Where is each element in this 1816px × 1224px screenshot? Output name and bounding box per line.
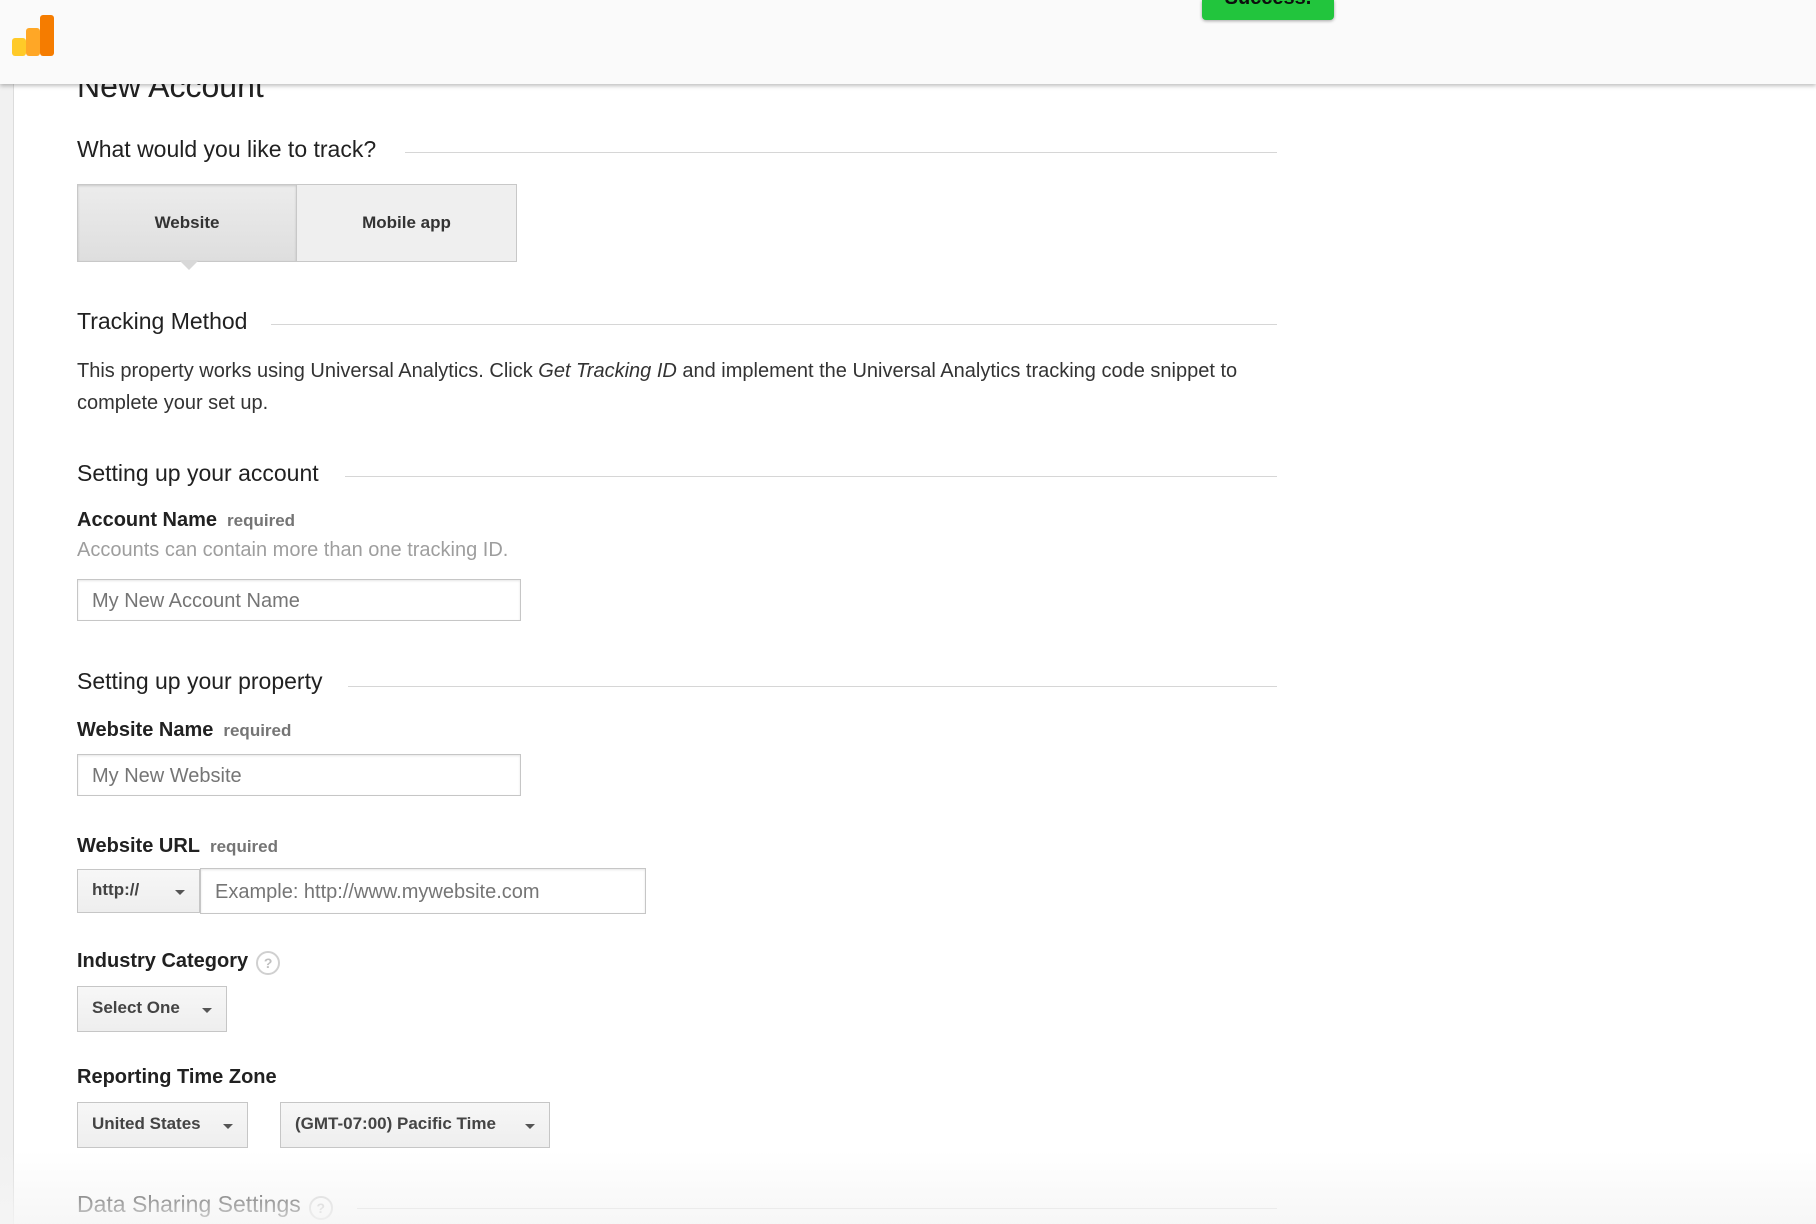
analytics-logo-icon[interactable] bbox=[12, 15, 56, 56]
property-divider bbox=[348, 686, 1277, 687]
data-sharing-heading-row: Data Sharing Settings? bbox=[77, 1191, 333, 1220]
top-bar: Success. bbox=[0, 0, 1816, 84]
industry-category-dropdown[interactable]: Select One bbox=[77, 986, 227, 1032]
industry-category-value: Select One bbox=[92, 998, 180, 1017]
account-name-help: Accounts can contain more than one track… bbox=[77, 539, 509, 561]
account-name-label: Account Name bbox=[77, 509, 218, 531]
tracking-method-text: This property works using Universal Anal… bbox=[77, 355, 1277, 419]
timezone-value: (GMT-07:00) Pacific Time bbox=[295, 1114, 496, 1133]
country-value: United States bbox=[92, 1114, 201, 1133]
chevron-down-icon bbox=[175, 890, 185, 895]
website-url-input[interactable]: Example: http://www.mywebsite.com bbox=[200, 868, 646, 914]
track-divider bbox=[405, 152, 1277, 153]
industry-category-label: Industry Category bbox=[77, 950, 249, 972]
account-name-label-row: Account Name required bbox=[77, 509, 295, 532]
data-sharing-divider bbox=[357, 1208, 1277, 1209]
success-toast: Success. bbox=[1202, 0, 1334, 20]
help-icon[interactable]: ? bbox=[308, 1195, 333, 1220]
account-name-input[interactable]: My New Account Name bbox=[77, 579, 521, 621]
url-protocol-dropdown[interactable]: http:// bbox=[77, 869, 200, 913]
required-marker: required bbox=[209, 837, 279, 856]
chevron-down-icon bbox=[223, 1124, 233, 1129]
chevron-down-icon bbox=[202, 1008, 212, 1013]
account-divider bbox=[345, 476, 1277, 477]
required-marker: required bbox=[223, 721, 292, 740]
website-name-label-row: Website Name required bbox=[77, 719, 291, 742]
website-name-label: Website Name bbox=[77, 719, 214, 741]
required-marker: required bbox=[227, 511, 296, 530]
country-dropdown[interactable]: United States bbox=[77, 1102, 248, 1148]
timezone-dropdown[interactable]: (GMT-07:00) Pacific Time bbox=[280, 1102, 550, 1148]
track-type-selector: Website Mobile app bbox=[77, 184, 517, 262]
tracking-text-emphasis: Get Tracking ID bbox=[538, 360, 677, 382]
property-heading: Setting up your property bbox=[77, 668, 323, 694]
timezone-label-row: Reporting Time Zone bbox=[77, 1066, 277, 1089]
website-url-label-row: Website URL required bbox=[77, 835, 278, 858]
url-protocol-value: http:// bbox=[92, 880, 140, 899]
website-name-input[interactable]: My New Website bbox=[77, 754, 521, 796]
selected-pointer-icon bbox=[179, 260, 199, 270]
chevron-down-icon bbox=[525, 1124, 535, 1129]
account-heading: Setting up your account bbox=[77, 460, 319, 486]
data-sharing-heading: Data Sharing Settings bbox=[77, 1191, 301, 1217]
help-icon[interactable]: ? bbox=[256, 950, 281, 975]
industry-label-row: Industry Category? bbox=[77, 950, 281, 975]
reporting-time-zone-label: Reporting Time Zone bbox=[77, 1066, 277, 1088]
mobile-app-option-button[interactable]: Mobile app bbox=[296, 185, 516, 261]
website-url-label: Website URL bbox=[77, 835, 200, 857]
left-rail bbox=[0, 0, 14, 1224]
website-option-button[interactable]: Website bbox=[78, 185, 296, 261]
tracking-method-heading: Tracking Method bbox=[77, 308, 248, 334]
tracking-method-divider bbox=[271, 324, 1277, 325]
tracking-text-part: This property works using Universal Anal… bbox=[77, 360, 539, 382]
toast-text: Success. bbox=[1202, 0, 1334, 10]
track-heading: What would you like to track? bbox=[77, 136, 377, 162]
